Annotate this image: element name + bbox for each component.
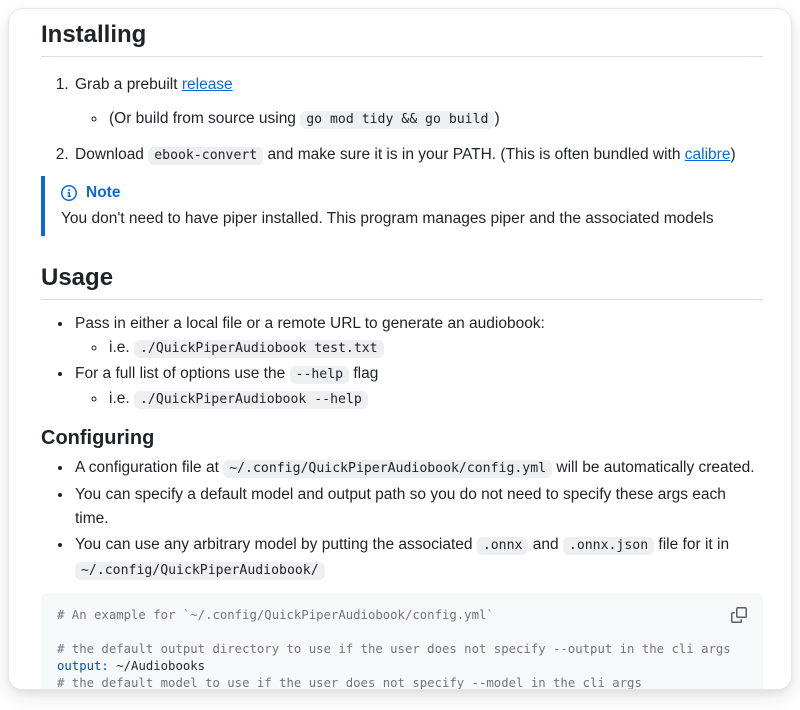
note-callout: Note You don't need to have piper instal… bbox=[41, 176, 763, 236]
item-text: For a full list of options use the bbox=[75, 365, 290, 382]
note-title: Note bbox=[61, 181, 747, 205]
usage-list: Pass in either a local file or a remote … bbox=[41, 312, 763, 412]
calibre-link[interactable]: calibre bbox=[685, 146, 731, 163]
item-text: flag bbox=[349, 365, 378, 382]
list-item-default-model: You can specify a default model and outp… bbox=[73, 483, 763, 531]
list-item-arbitrary-model: You can use any arbitrary model by putti… bbox=[73, 533, 763, 583]
list-item-ebook-convert: Download ebook-convert and make sure it … bbox=[73, 143, 763, 168]
item-text: A configuration file at bbox=[75, 459, 223, 476]
item-text: Download bbox=[75, 146, 148, 163]
section-heading-configuring: Configuring bbox=[41, 426, 763, 450]
list-item-config-file: A configuration file at ~/.config/QuickP… bbox=[73, 456, 763, 481]
item-text: You can specify a default model and outp… bbox=[75, 486, 726, 527]
list-item-pass-file: Pass in either a local file or a remote … bbox=[73, 312, 763, 361]
code-line-comment: # the default output directory to use if… bbox=[57, 641, 747, 658]
inline-code-config-path: ~/.config/QuickPiperAudiobook/config.yml bbox=[223, 460, 552, 478]
item-text: i.e. bbox=[109, 390, 134, 407]
item-text: and bbox=[528, 536, 562, 553]
installing-list: Grab a prebuilt release (Or build from s… bbox=[41, 73, 763, 168]
readme-card: Installing Grab a prebuilt release (Or b… bbox=[8, 8, 792, 690]
inline-code-example-help: ./QuickPiperAudiobook --help bbox=[134, 391, 368, 409]
list-item-help-flag: For a full list of options use the --hel… bbox=[73, 362, 763, 412]
section-heading-usage: Usage bbox=[41, 264, 763, 300]
item-text: i.e. bbox=[109, 339, 134, 356]
release-link[interactable]: release bbox=[182, 76, 233, 93]
inline-code-onnx: .onnx bbox=[477, 537, 529, 555]
code-line-comment: # the default model to use if the user d… bbox=[57, 675, 747, 690]
item-text: Pass in either a local file or a remote … bbox=[75, 315, 545, 332]
code-line-comment: # An example for `~/.config/QuickPiperAu… bbox=[57, 607, 747, 624]
code-line-blank bbox=[57, 624, 747, 641]
code-line-output: output: ~/Audiobooks bbox=[57, 658, 747, 675]
item-text: Grab a prebuilt bbox=[75, 76, 182, 93]
list-item-example-help: i.e. ./QuickPiperAudiobook --help bbox=[107, 387, 763, 412]
item-text: (Or build from source using bbox=[109, 110, 300, 127]
usage-sublist: i.e. ./QuickPiperAudiobook test.txt bbox=[75, 336, 763, 361]
item-text: ) bbox=[730, 146, 735, 163]
info-icon bbox=[61, 185, 77, 201]
item-text: and make sure it is in your PATH. (This … bbox=[263, 146, 685, 163]
inline-code-ebook-convert: ebook-convert bbox=[148, 147, 263, 165]
configuring-list: A configuration file at ~/.config/QuickP… bbox=[41, 456, 763, 583]
list-item-prebuilt-release: Grab a prebuilt release (Or build from s… bbox=[73, 73, 763, 132]
list-item-example-test: i.e. ./QuickPiperAudiobook test.txt bbox=[107, 336, 763, 361]
copy-icon[interactable] bbox=[725, 601, 753, 629]
item-text: ) bbox=[494, 110, 499, 127]
item-text: will be automatically created. bbox=[552, 459, 754, 476]
note-title-label: Note bbox=[86, 181, 120, 205]
item-text: You can use any arbitrary model by putti… bbox=[75, 536, 477, 553]
inline-code-config-dir: ~/.config/QuickPiperAudiobook/ bbox=[75, 562, 325, 580]
list-item-build-from-source: (Or build from source using go mod tidy … bbox=[107, 107, 763, 132]
inline-code-help-flag: --help bbox=[290, 366, 350, 384]
section-heading-installing: Installing bbox=[41, 21, 763, 57]
usage-sublist: i.e. ./QuickPiperAudiobook --help bbox=[75, 387, 763, 412]
inline-code-go-build: go mod tidy && go build bbox=[300, 111, 494, 129]
note-body: You don't need to have piper installed. … bbox=[61, 207, 747, 231]
inline-code-onnx-json: .onnx.json bbox=[563, 537, 654, 555]
yaml-code-block: # An example for `~/.config/QuickPiperAu… bbox=[41, 593, 763, 690]
item-text: file for it in bbox=[654, 536, 729, 553]
code-content: # An example for `~/.config/QuickPiperAu… bbox=[57, 607, 747, 690]
installing-sublist: (Or build from source using go mod tidy … bbox=[75, 107, 763, 132]
inline-code-example-test: ./QuickPiperAudiobook test.txt bbox=[134, 340, 384, 358]
